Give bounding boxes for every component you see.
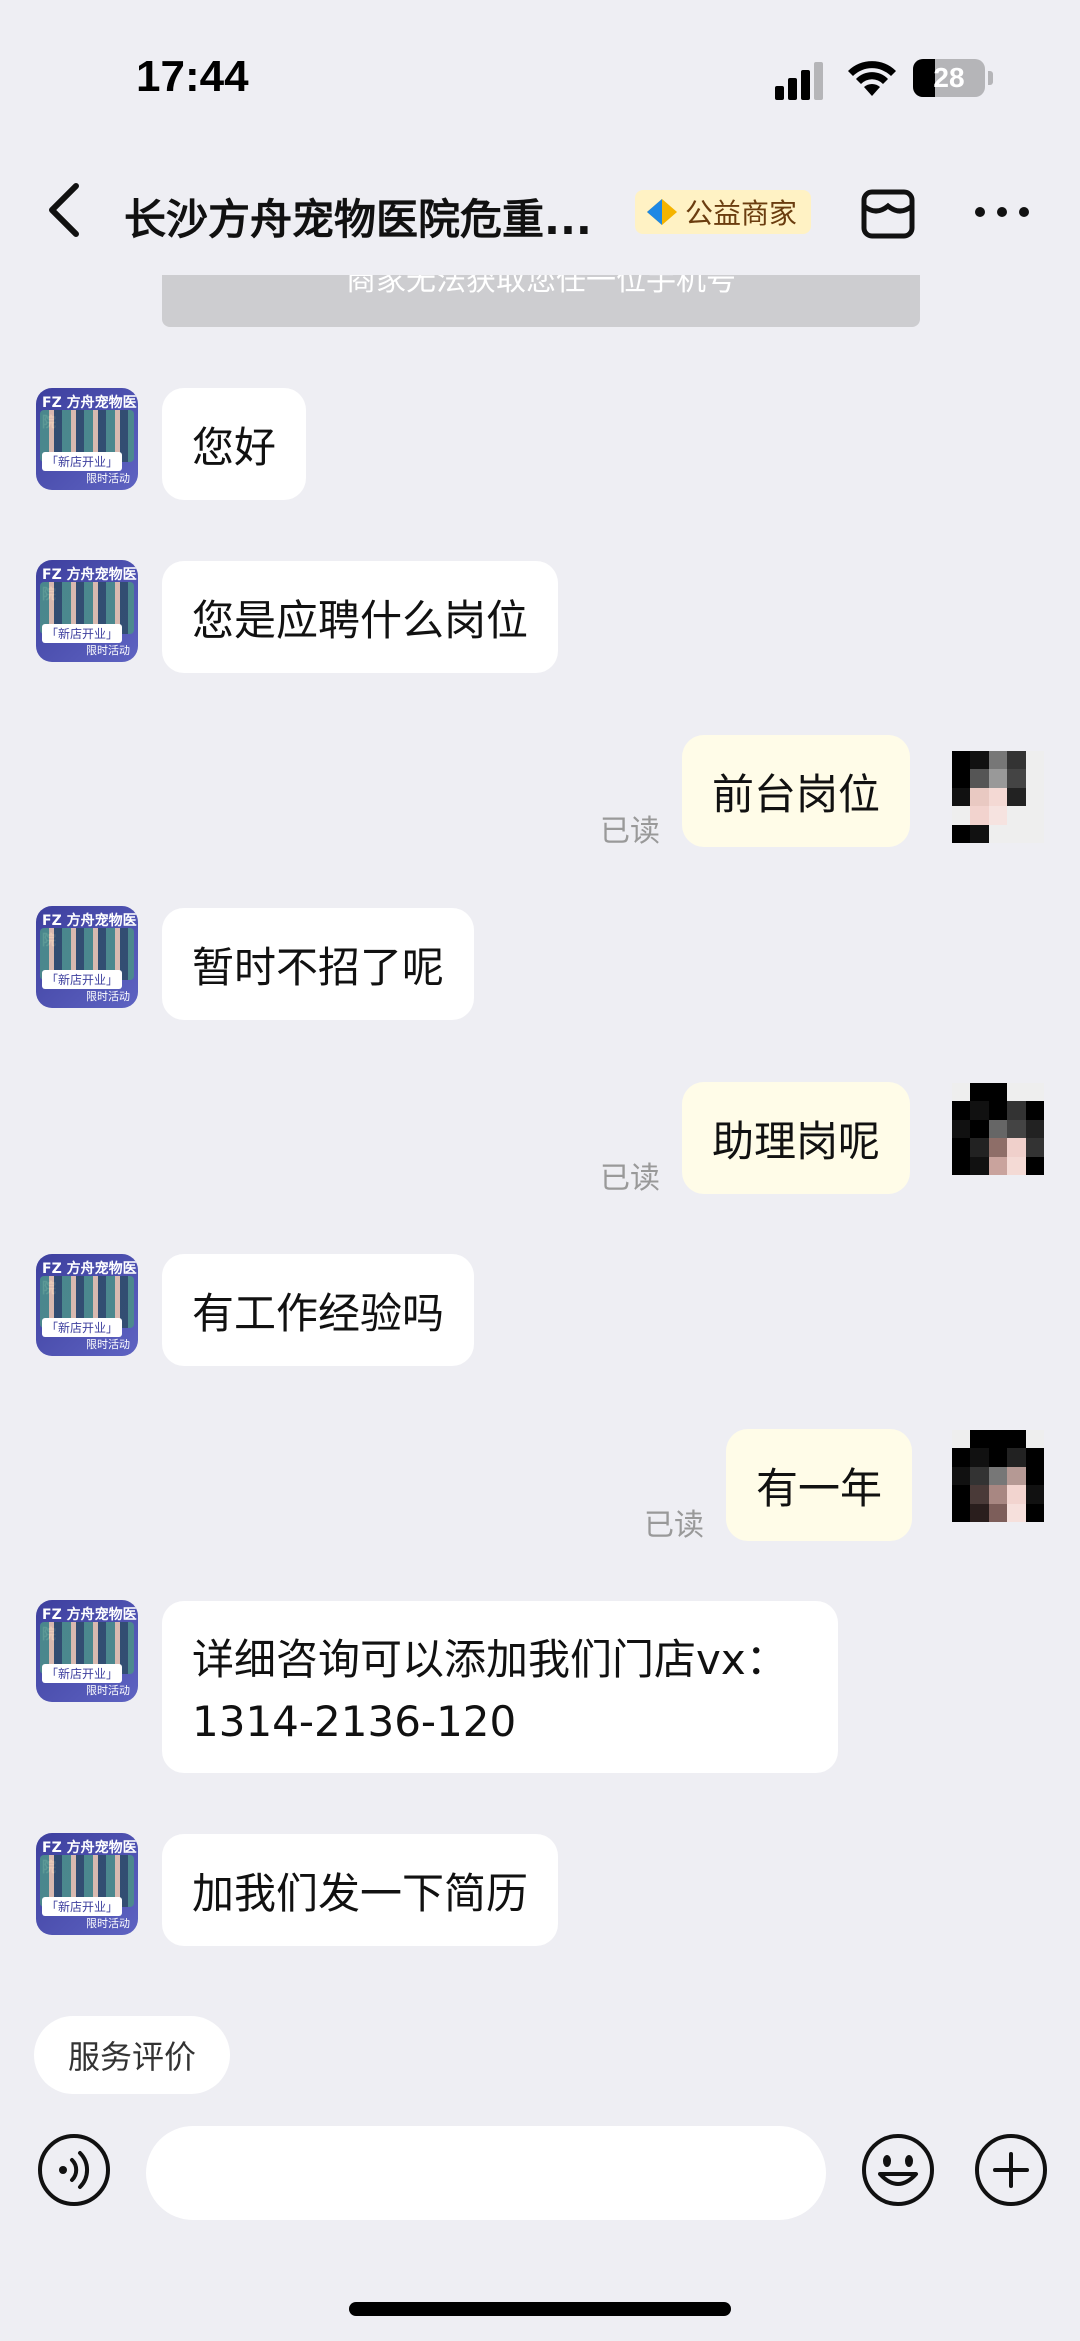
shop-avatar[interactable]: FZ 方舟宠物医院 「新店开业」 限时活动 — [36, 560, 138, 662]
shop-avatar-tag: 限时活动 — [86, 1338, 130, 1351]
shop-avatar-tag: 限时活动 — [86, 644, 130, 657]
emoji-icon[interactable] — [860, 2132, 936, 2208]
voice-input-icon[interactable] — [36, 2132, 112, 2208]
charity-badge-label: 公益商家 — [685, 197, 798, 230]
shop-avatar-tag: 「新店开业」 — [42, 624, 123, 643]
message-bubble-me[interactable]: 有一年 — [726, 1429, 913, 1541]
service-rating-button[interactable]: 服务评价 — [34, 2016, 230, 2094]
shop-avatar-tag: 限时活动 — [86, 1684, 130, 1697]
shop-avatar[interactable]: FZ 方舟宠物医院 「新店开业」 限时活动 — [36, 1833, 138, 1935]
shop-avatar-tag: 「新店开业」 — [42, 1664, 123, 1683]
message-bubble-shop[interactable]: 您好 — [162, 388, 307, 500]
shop-avatar-tag: 「新店开业」 — [42, 1897, 123, 1916]
battery-level: 28 — [933, 62, 965, 93]
shop-avatar[interactable]: FZ 方舟宠物医院 「新店开业」 限时活动 — [36, 1600, 138, 1702]
cellular-signal-icon — [775, 62, 823, 100]
home-indicator[interactable] — [349, 2302, 731, 2316]
back-button[interactable] — [40, 180, 90, 240]
more-options-icon[interactable] — [972, 202, 1032, 222]
message-input[interactable] — [146, 2126, 826, 2220]
message-bubble-me[interactable]: 助理岗呢 — [682, 1082, 911, 1194]
plus-icon[interactable] — [973, 2132, 1049, 2208]
my-avatar[interactable] — [952, 751, 1044, 843]
shop-avatar-tag: 限时活动 — [86, 990, 130, 1003]
shop-icon[interactable] — [858, 184, 918, 244]
charity-heart-icon — [647, 199, 677, 225]
shop-avatar[interactable]: FZ 方舟宠物医院 「新店开业」 限时活动 — [36, 388, 138, 490]
message-bubble-shop[interactable]: 加我们发一下简历 — [162, 1834, 559, 1946]
message-bubble-shop[interactable]: 暂时不招了呢 — [162, 908, 475, 1020]
message-line: 1314-2136-120 — [192, 1697, 517, 1746]
status-bar: 17:44 28 — [0, 0, 1080, 150]
wifi-icon — [848, 61, 896, 96]
privacy-notice: 商家无法获取您任一位手机号 — [162, 275, 920, 327]
my-avatar[interactable] — [952, 1430, 1044, 1522]
shop-avatar[interactable]: FZ 方舟宠物医院 「新店开业」 限时活动 — [36, 1254, 138, 1356]
message-bubble-me[interactable]: 前台岗位 — [682, 735, 911, 847]
read-status: 已读 — [600, 814, 660, 849]
shop-avatar-tag: 「新店开业」 — [42, 452, 123, 471]
chat-title[interactable]: 长沙方舟宠物医院危重... — [124, 186, 614, 247]
my-avatar[interactable] — [952, 1083, 1044, 1175]
message-bubble-shop[interactable]: 详细咨询可以添加我们门店vx： 1314-2136-120 — [162, 1601, 838, 1773]
shop-avatar-tag: 「新店开业」 — [42, 970, 123, 989]
shop-avatar[interactable]: FZ 方舟宠物医院 「新店开业」 限时活动 — [36, 906, 138, 1008]
battery-icon: 28 — [913, 59, 993, 97]
message-bubble-shop[interactable]: 有工作经验吗 — [162, 1254, 475, 1366]
shop-avatar-tag: 限时活动 — [86, 472, 130, 485]
read-status: 已读 — [644, 1508, 704, 1543]
read-status: 已读 — [600, 1161, 660, 1196]
chat-header: 长沙方舟宠物医院危重... 公益商家 — [0, 160, 1080, 260]
input-bar — [0, 2110, 1080, 2230]
message-bubble-shop[interactable]: 您是应聘什么岗位 — [162, 561, 559, 673]
message-line: 详细咨询可以添加我们门店vx： — [192, 1635, 788, 1684]
shop-avatar-tag: 「新店开业」 — [42, 1318, 123, 1337]
charity-merchant-badge[interactable]: 公益商家 — [635, 190, 812, 234]
status-time: 17:44 — [136, 52, 249, 101]
shop-avatar-tag: 限时活动 — [86, 1917, 130, 1930]
